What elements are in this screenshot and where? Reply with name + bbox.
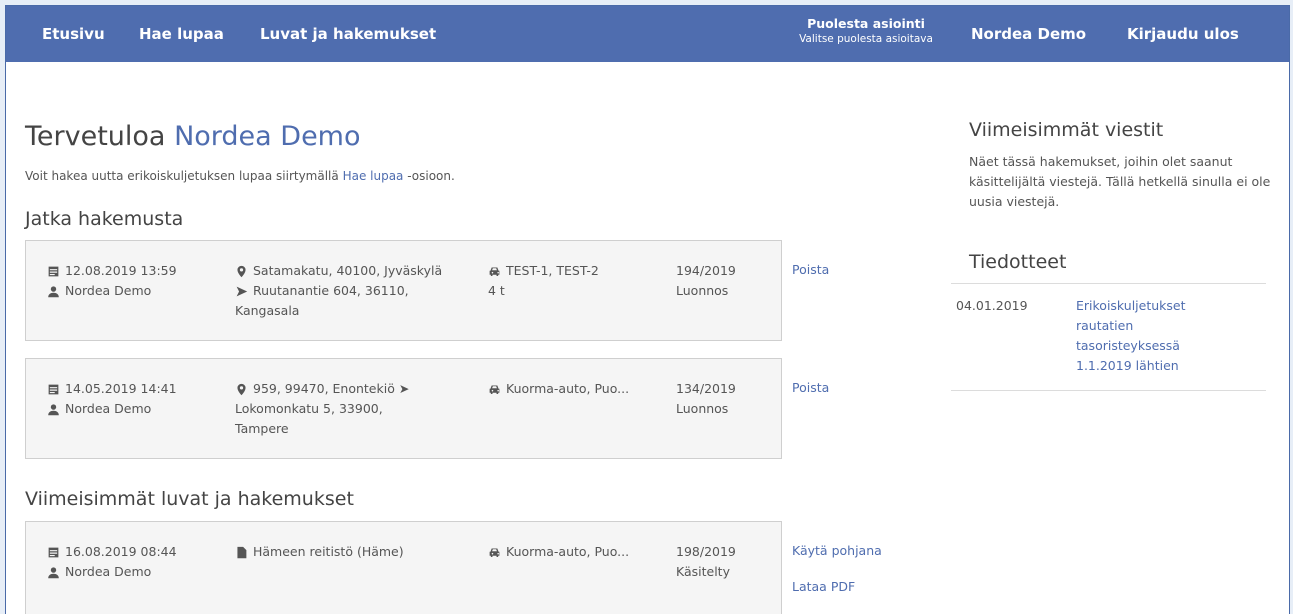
draft-status-block: 194/2019 Luonnos [676,261,736,301]
page-title-username: Nordea Demo [174,121,361,152]
app-frame: Etusivu Hae lupaa Luvat ja hakemukset Pu… [5,5,1290,614]
recent-route-name: Hämeen reitistö (Häme) [253,544,404,559]
intro-apply-link[interactable]: Hae lupaa [343,169,404,183]
draft-vehicle-name: Kuorma-auto, Puo... [506,381,630,396]
recent-status: Käsitelty [676,564,730,579]
proxy-subtitle: Valitse puolesta asioitava [799,33,933,45]
nav-home-link[interactable]: Etusivu [42,24,105,44]
draft-vehicle: Kuorma-auto, Puo... [488,379,629,399]
intro-after: -osioon. [403,169,455,183]
draft-route-line: Tampere [235,421,289,436]
download-pdf-button[interactable]: Lataa PDF [792,577,855,597]
recent-vehicle-name: Kuorma-auto, Puo... [506,544,630,559]
draft-vehicle-name: TEST-1, TEST-2 [506,263,599,278]
page-title-prefix: Tervetuloa [25,121,175,152]
draft-card[interactable]: 14.05.2019 14:41 Nordea Demo 959, 99470,… [25,358,782,459]
intro-before: Voit hakea uutta erikoiskuljetuksen lupa… [25,169,343,183]
recent-heading: Viimeisimmät luvat ja hakemukset [25,488,354,510]
draft-weight: 4 t [488,283,505,298]
document-icon [237,546,247,558]
calendar-icon [48,547,59,557]
draft-status: Luonnos [676,401,729,416]
draft-route-line: Lokomonkatu 5, 33900, [235,401,383,416]
bulletins-divider-bottom [951,390,1266,391]
bulletin-link[interactable]: Erikoiskuljetukset rautatien tasoristeyk… [1076,296,1236,376]
draft-card[interactable]: 12.08.2019 13:59 Nordea Demo Satamakatu,… [25,240,782,341]
messages-heading: Viimeisimmät viestit [969,119,1164,141]
delete-draft-button[interactable]: Poista [792,260,829,280]
draft-route: 959, 99470, Enontekiö ➤ Lokomonkatu 5, 3… [235,379,465,439]
nav-logout-link[interactable]: Kirjaudu ulos [1127,24,1239,44]
draft-vehicle: TEST-1, TEST-2 4 t [488,261,599,301]
draft-number: 194/2019 [676,263,736,278]
user-icon [48,566,59,578]
draft-user: Nordea Demo [65,283,152,298]
nav-user-link[interactable]: Nordea Demo [971,24,1086,44]
top-navbar: Etusivu Hae lupaa Luvat ja hakemukset Pu… [6,6,1289,62]
draft-number: 134/2019 [676,381,736,396]
recent-datetime: 16.08.2019 08:44 [65,544,177,559]
nav-apply-link[interactable]: Hae lupaa [139,24,224,44]
car-icon [489,266,500,276]
draft-status-block: 134/2019 Luonnos [676,379,736,419]
draft-status: Luonnos [676,283,729,298]
recent-meta: 16.08.2019 08:44 Nordea Demo [47,542,177,582]
arrow-right-icon [236,286,248,296]
car-icon [489,384,500,394]
calendar-icon [48,266,59,276]
bulletins-heading: Tiedotteet [969,251,1067,273]
bulletins-divider-top [951,283,1266,284]
messages-text: Näet tässä hakemukset, joihin olet saanu… [969,154,1271,209]
use-as-template-button[interactable]: Käytä pohjana [792,541,882,561]
draft-datetime: 12.08.2019 13:59 [65,263,177,278]
drafts-heading: Jatka hakemusta [25,208,184,230]
draft-route-line: Ruutanantie 604, 36110, [253,283,409,298]
draft-route-line: 959, 99470, Enontekiö ➤ [253,381,410,396]
user-icon [48,285,59,297]
draft-meta: 14.05.2019 14:41 Nordea Demo [47,379,177,419]
draft-datetime: 14.05.2019 14:41 [65,381,177,396]
car-icon [489,547,500,557]
proxy-menu[interactable]: Puolesta asiointi Valitse puolesta asioi… [791,15,941,47]
page-title: Tervetuloa Nordea Demo [25,119,361,155]
intro-text: Voit hakea uutta erikoiskuljetuksen lupa… [25,168,455,184]
draft-user: Nordea Demo [65,401,152,416]
calendar-icon [48,384,59,394]
map-marker-icon [237,383,246,395]
nav-permits-link[interactable]: Luvat ja hakemukset [260,24,436,44]
recent-user: Nordea Demo [65,564,152,579]
user-icon [48,403,59,415]
draft-route-line: Kangasala [235,303,300,318]
map-marker-icon [237,265,246,277]
draft-meta: 12.08.2019 13:59 Nordea Demo [47,261,177,301]
proxy-title: Puolesta asiointi [807,16,925,31]
draft-route: Satamakatu, 40100, Jyväskylä Ruutanantie… [235,261,465,321]
recent-vehicle: Kuorma-auto, Puo... [488,542,629,562]
delete-draft-button[interactable]: Poista [792,378,829,398]
recent-card[interactable]: 16.08.2019 08:44 Nordea Demo Hämeen reit… [25,521,782,614]
recent-route: Hämeen reitistö (Häme) [235,542,404,562]
bulletin-date: 04.01.2019 [956,298,1028,313]
draft-route-line: Satamakatu, 40100, Jyväskylä [253,263,443,278]
recent-number: 198/2019 [676,544,736,559]
recent-status-block: 198/2019 Käsitelty [676,542,736,582]
